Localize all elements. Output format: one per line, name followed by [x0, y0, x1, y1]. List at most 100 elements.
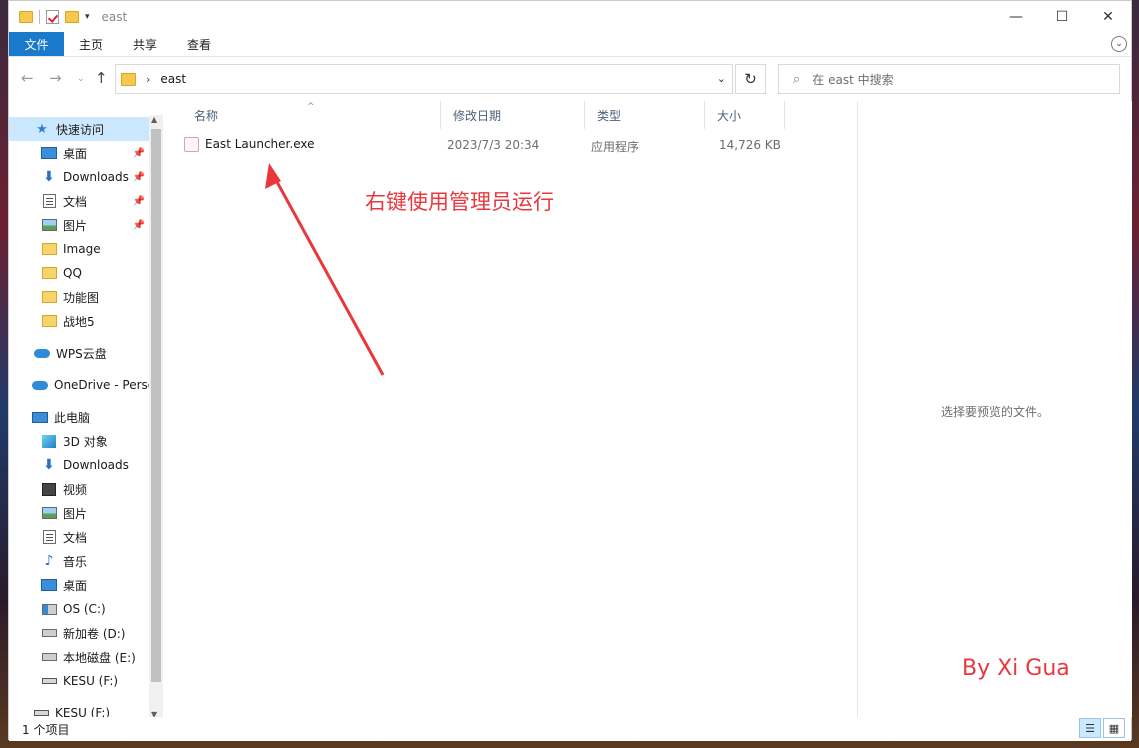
search-placeholder: 在 east 中搜索	[812, 72, 894, 87]
download-icon: ⬇	[43, 169, 55, 185]
tab-view[interactable]: 查看	[172, 32, 226, 56]
quick-access-toolbar: ▾	[9, 1, 90, 32]
picture-icon	[41, 218, 57, 232]
nav-label: Downloads	[63, 458, 129, 472]
preview-pane: 选择要预览的文件。	[857, 101, 1132, 717]
chevron-down-icon[interactable]: ⌄	[1111, 36, 1127, 52]
search-input[interactable]: ⌕ 在 east 中搜索	[778, 64, 1120, 94]
annotation-arrow	[265, 163, 385, 376]
os-drive-icon	[41, 602, 57, 616]
large-icons-view-icon[interactable]: ▦	[1103, 718, 1125, 738]
nav-label: 视频	[63, 482, 88, 497]
breadcrumb-chevron-icon[interactable]: ›	[146, 73, 150, 86]
sidebar-quick-item[interactable]: Image	[9, 237, 149, 261]
nav-quick-access[interactable]: ★ 快速访问	[9, 117, 149, 141]
sidebar-pc-item[interactable]: OS (C:)	[9, 597, 149, 621]
nav-label: WPS云盘	[56, 346, 107, 361]
annotation-text: 右键使用管理员运行	[365, 190, 554, 214]
details-view-icon[interactable]: ☰	[1079, 718, 1101, 738]
nav-label: Downloads	[63, 170, 129, 184]
folder-icon	[41, 314, 57, 328]
address-bar[interactable]: › east ⌄	[115, 64, 733, 94]
scroll-down-icon[interactable]: ▼	[151, 710, 157, 717]
up-arrow-icon[interactable]: ↑	[95, 69, 108, 87]
nav-label: 图片	[63, 218, 88, 233]
sidebar-pc-item[interactable]: KESU (F:)	[9, 669, 149, 693]
tab-share[interactable]: 共享	[118, 32, 172, 56]
item-count: 1 个项目	[22, 722, 70, 737]
document-icon	[41, 194, 57, 208]
nav-label: OS (C:)	[63, 602, 106, 616]
nav-label: OneDrive - Perso	[54, 378, 156, 392]
nav-label: 新加卷 (D:)	[63, 626, 126, 641]
nav-label: QQ	[63, 266, 82, 280]
nav-wps-cloud[interactable]: WPS云盘	[9, 341, 149, 365]
sidebar-pc-item[interactable]: 图片	[9, 501, 149, 525]
nav-label: 桌面	[63, 578, 88, 593]
sidebar-pc-item[interactable]: ♪ 音乐	[9, 549, 149, 573]
tab-home[interactable]: 主页	[64, 32, 118, 56]
tab-file[interactable]: 文件	[9, 32, 64, 56]
usb-drive-icon	[33, 706, 49, 717]
computer-icon	[32, 410, 48, 424]
nav-this-pc[interactable]: 此电脑	[9, 405, 149, 429]
pin-icon: 📌	[132, 195, 145, 207]
breadcrumb-east[interactable]: east	[160, 72, 186, 86]
download-icon: ⬇	[43, 457, 55, 473]
sidebar-quick-item[interactable]: 功能图	[9, 285, 149, 309]
ribbon-tabs: 文件 主页 共享 查看 ⌄	[9, 32, 1131, 57]
file-list-pane: ^ 名称 修改日期 类型 大小 East Launcher.exe 2023/7…	[172, 101, 855, 717]
byline-watermark: By Xi Gua	[962, 656, 1070, 681]
sidebar-pc-item[interactable]: 桌面	[9, 573, 149, 597]
close-button[interactable]: ✕	[1085, 1, 1131, 32]
nav-onedrive[interactable]: OneDrive - Perso	[9, 373, 155, 397]
nav-label: 战地5	[63, 314, 95, 329]
view-switcher: ☰ ▦	[1079, 718, 1125, 738]
sidebar-pc-item[interactable]: 新加卷 (D:)	[9, 621, 149, 645]
sidebar-quick-item[interactable]: QQ	[9, 261, 149, 285]
navigation-pane: ★ 快速访问 桌面 📌 ⬇ Downloads 📌 文档 📌 图片 📌 Image QQ 功能图 战地5…	[9, 101, 166, 717]
scroll-up-icon[interactable]: ▲	[151, 115, 157, 124]
refresh-icon[interactable]: ↻	[735, 64, 766, 94]
sidebar-pc-item[interactable]: 本地磁盘 (E:)	[9, 645, 149, 669]
folder-icon	[19, 10, 33, 23]
pin-icon: 📌	[132, 147, 145, 159]
sidebar-pc-item[interactable]: ⬇ Downloads	[9, 453, 149, 477]
nav-scrollbar[interactable]: ▲ ▼	[149, 115, 163, 717]
folder-icon	[41, 242, 57, 256]
properties-icon[interactable]	[46, 9, 59, 24]
nav-label: 文档	[63, 530, 88, 545]
document-icon	[41, 530, 57, 544]
folder-icon	[121, 72, 136, 86]
address-history-chevron-icon[interactable]: ⌄	[717, 72, 726, 85]
drive-icon	[41, 626, 57, 640]
search-icon: ⌕	[793, 71, 801, 87]
nav-extra-drive[interactable]: KESU (F:)	[9, 701, 149, 717]
sidebar-pc-item[interactable]: 视频	[9, 477, 149, 501]
sidebar-pc-item[interactable]: 3D 对象	[9, 429, 149, 453]
nav-label: 功能图	[63, 290, 100, 305]
maximize-button[interactable]: ☐	[1039, 1, 1085, 32]
video-icon	[41, 482, 57, 496]
nav-label: 图片	[63, 506, 88, 521]
nav-label: 本地磁盘 (E:)	[63, 650, 136, 665]
back-arrow-icon[interactable]: ←	[21, 69, 34, 87]
minimize-button[interactable]: —	[993, 1, 1039, 32]
recent-locations-chevron-icon[interactable]: ⌄	[77, 74, 85, 84]
sidebar-quick-item[interactable]: 图片 📌	[9, 213, 149, 237]
scrollbar-thumb[interactable]	[151, 129, 161, 682]
sidebar-quick-item[interactable]: 桌面 📌	[9, 141, 149, 165]
sidebar-quick-item[interactable]: 战地5	[9, 309, 149, 333]
nav-label: 快速访问	[56, 122, 105, 137]
star-icon: ★	[36, 121, 48, 137]
address-row: ← → ⌄ ↑ › east ⌄ ↻ ⌕ 在 east 中搜索	[9, 57, 1131, 101]
forward-arrow-icon[interactable]: →	[49, 69, 62, 87]
preview-placeholder: 选择要预览的文件。	[940, 405, 1049, 419]
customize-toolbar-chevron-icon[interactable]: ▾	[85, 12, 90, 22]
desktop-icon	[41, 146, 57, 160]
usb-drive-icon	[41, 674, 57, 688]
sidebar-pc-item[interactable]: 文档	[9, 525, 149, 549]
sidebar-quick-item[interactable]: 文档 📌	[9, 189, 149, 213]
sidebar-quick-item[interactable]: ⬇ Downloads 📌	[9, 165, 149, 189]
new-folder-icon[interactable]	[65, 10, 79, 23]
